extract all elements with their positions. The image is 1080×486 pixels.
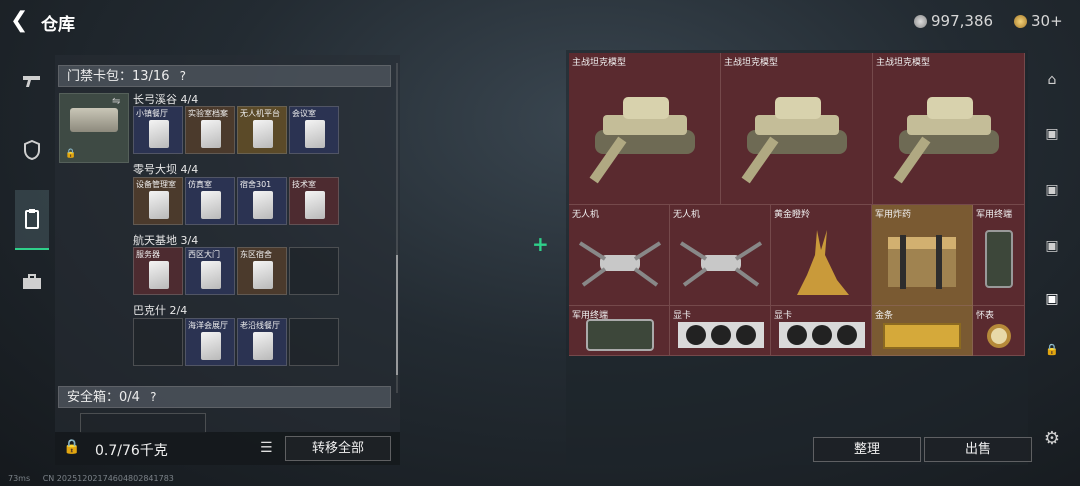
category-rail	[12, 50, 52, 320]
group-label: 长弓溪谷 4/4	[133, 93, 199, 106]
status-line: 73ms CN 20251202174604802841783	[8, 474, 174, 483]
silver-coin-icon	[914, 14, 927, 28]
item-tile[interactable]: 显卡	[771, 306, 872, 356]
weapon-tab-icon[interactable]	[15, 64, 49, 98]
safe-box-header: 安全箱：0/4 ?	[58, 386, 391, 408]
group-label: 零号大坝 4/4	[133, 163, 199, 176]
keycard-tab-icon[interactable]	[15, 190, 49, 250]
keycard-case-slot[interactable]: ⇋ 🔒	[59, 93, 129, 163]
keycard-header: 门禁卡包：13/16 ?	[58, 65, 391, 87]
tank-model-icon	[589, 97, 695, 184]
sort-button[interactable]: 整理	[813, 437, 921, 462]
empty-keycard-slot[interactable]	[133, 318, 183, 366]
keycard-item[interactable]: 实验室档案	[185, 106, 235, 154]
keycard-item[interactable]: 宿舍301	[237, 177, 287, 225]
item-tile[interactable]: 黄金瞪羚	[771, 205, 872, 306]
item-tile[interactable]: 金条	[872, 306, 973, 356]
premium-currency-display[interactable]: 30+	[1014, 12, 1063, 30]
keycard-item[interactable]: 西区大门	[185, 247, 235, 295]
item-tile[interactable]: 主战坦克模型	[721, 53, 873, 205]
gpu-icon	[678, 322, 764, 348]
item-tile[interactable]: 主战坦克模型	[569, 53, 721, 205]
item-tile[interactable]: 显卡	[670, 306, 771, 356]
list-icon[interactable]: ☰	[260, 440, 273, 456]
item-tile[interactable]: 怀表	[973, 306, 1025, 356]
help-icon[interactable]: ?	[150, 387, 156, 407]
armor-tab-icon[interactable]	[15, 133, 49, 167]
keycard-panel: 门禁卡包：13/16 ? ⇋ 🔒 长弓溪谷 4/4 小镇餐厅 实验室档案 无人机…	[55, 55, 400, 465]
storage-panel: 主战坦克模型 主战坦克模型 主战坦克模型 无人机 无人机 黄金瞪羚 军用炸药 军…	[566, 50, 1032, 465]
tablet-icon	[586, 319, 654, 351]
transfer-all-button[interactable]: 转移全部	[285, 436, 391, 461]
storage-tab-1-icon[interactable]: ▣	[1038, 120, 1066, 148]
scrollbar-thumb[interactable]	[396, 255, 398, 375]
swap-icon[interactable]: ⇋	[112, 96, 120, 107]
currency-amount: 997,386	[931, 12, 994, 30]
item-tile[interactable]: 军用炸药	[872, 205, 973, 306]
storage-tab-3-icon[interactable]: ▣	[1038, 232, 1066, 260]
lock-icon: 🔒	[65, 149, 77, 159]
safe-box-count: 安全箱：0/4	[67, 390, 140, 405]
briefcase-tab-icon[interactable]	[15, 265, 49, 299]
empty-keycard-slot[interactable]	[289, 247, 339, 295]
group-label: 航天基地 3/4	[133, 234, 199, 247]
currency-display: 997,386	[914, 12, 993, 30]
keycard-item[interactable]: 东区宿舍	[237, 247, 287, 295]
gold-coin-icon	[1014, 14, 1027, 28]
explosives-crate-icon	[888, 235, 956, 289]
container-tab-icon[interactable]: ⌂	[1038, 66, 1066, 94]
keycard-item[interactable]: 设备管理室	[133, 177, 183, 225]
gold-gazelle-icon	[797, 230, 849, 295]
gpu-icon	[779, 322, 865, 348]
keycard-item[interactable]: 无人机平台	[237, 106, 287, 154]
item-tile[interactable]: 无人机	[569, 205, 670, 306]
terminal-icon	[985, 230, 1013, 288]
tank-model-icon	[741, 97, 847, 184]
help-icon[interactable]: ?	[180, 66, 186, 86]
item-tile[interactable]: 军用终端	[569, 306, 670, 356]
ping-value: 73ms	[8, 474, 31, 483]
storage-tab-4-icon[interactable]: ▣	[1038, 285, 1066, 313]
item-tile[interactable]: 无人机	[670, 205, 771, 306]
gold-bar-icon	[883, 323, 961, 349]
add-marker-icon[interactable]: +	[532, 232, 549, 256]
empty-keycard-slot[interactable]	[289, 318, 339, 366]
keycard-item[interactable]: 小镇餐厅	[133, 106, 183, 154]
drone-icon	[679, 241, 763, 287]
drone-icon	[578, 241, 662, 287]
keycard-item[interactable]: 会议室	[289, 106, 339, 154]
keycard-item[interactable]: 老沿线餐厅	[237, 318, 287, 366]
storage-tab-2-icon[interactable]: ▣	[1038, 176, 1066, 204]
keycard-item[interactable]: 仿真室	[185, 177, 235, 225]
back-arrow-icon[interactable]: ❮	[10, 10, 32, 32]
session-id: CN 20251202174604802841783	[42, 474, 174, 483]
page-title: 仓库	[41, 15, 75, 35]
sell-button[interactable]: 出售	[924, 437, 1032, 462]
keycard-item[interactable]: 海洋会展厅	[185, 318, 235, 366]
item-tile[interactable]: 军用终端	[973, 205, 1025, 306]
weight-text: 0.7/76千克	[95, 443, 168, 459]
tank-model-icon	[893, 97, 999, 184]
safe-box-slot[interactable]	[80, 413, 206, 433]
locked-tab-icon[interactable]: 🔒	[1038, 336, 1066, 364]
keycard-item[interactable]: 服务器	[133, 247, 183, 295]
pocket-watch-icon	[987, 324, 1011, 348]
keycard-item[interactable]: 技术室	[289, 177, 339, 225]
weight-bar: 🔒 0.7/76千克 ☰ 转移全部	[55, 432, 400, 465]
group-label: 巴克什 2/4	[133, 304, 188, 317]
weight-lock-icon: 🔒	[63, 439, 81, 455]
settings-gear-icon[interactable]: ⚙	[1038, 425, 1066, 453]
item-tile[interactable]: 主战坦克模型	[873, 53, 1025, 205]
storage-grid: 主战坦克模型 主战坦克模型 主战坦克模型 无人机 无人机 黄金瞪羚 军用炸药 军…	[569, 53, 1025, 356]
keycard-count: 门禁卡包：13/16	[67, 69, 170, 84]
premium-currency-amount: 30+	[1031, 12, 1063, 30]
keycard-case-icon	[70, 108, 118, 132]
